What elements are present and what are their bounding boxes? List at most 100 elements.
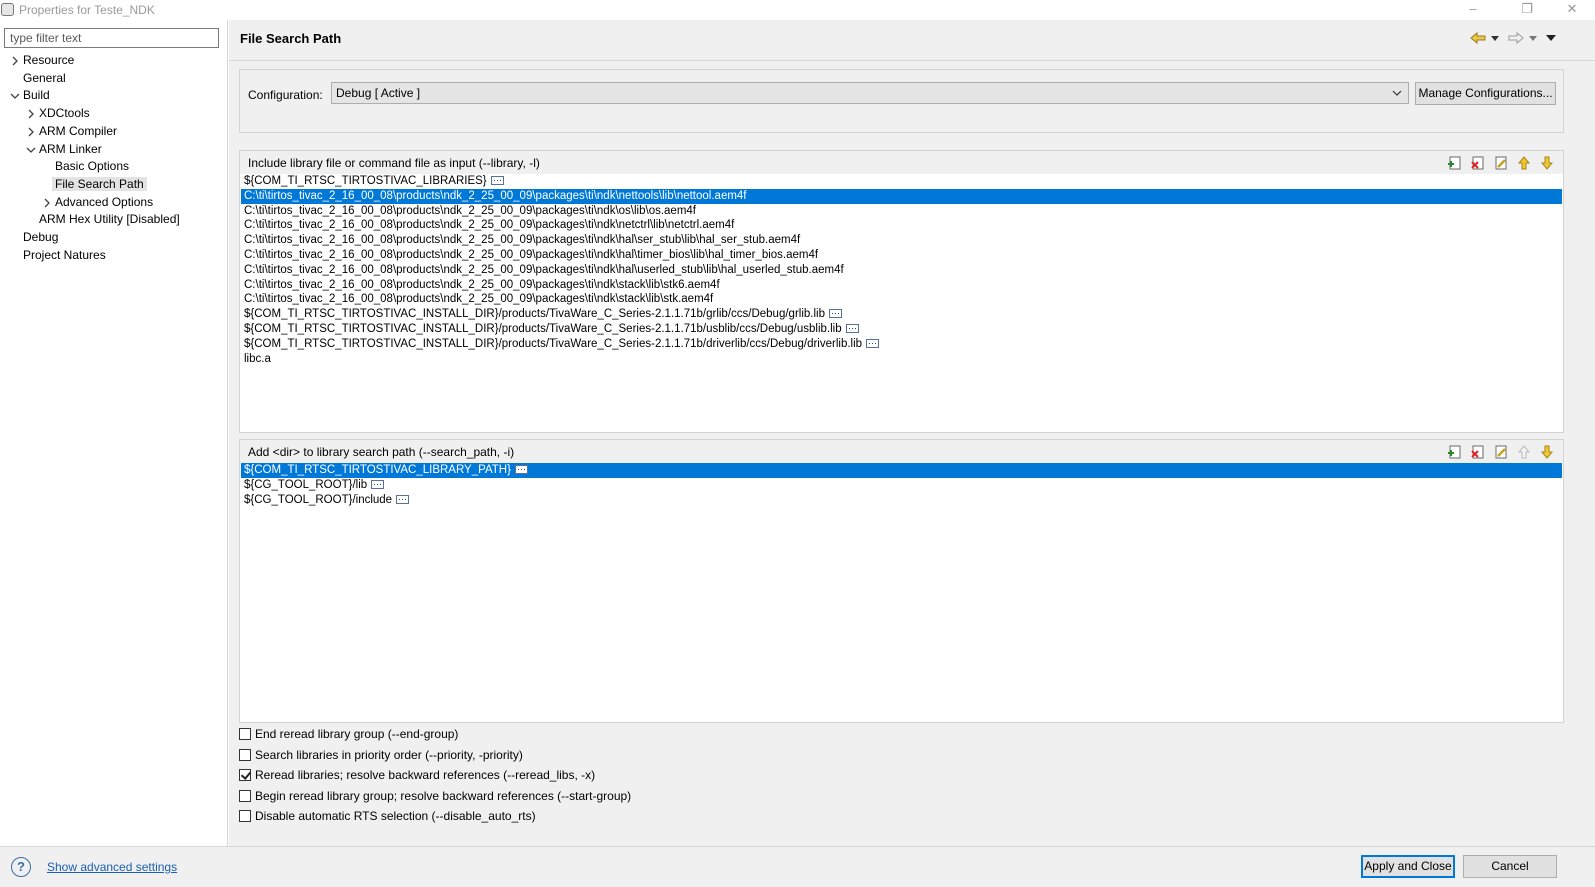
chevron-right-icon[interactable] bbox=[24, 105, 36, 122]
tree-item[interactable]: ARM Compiler bbox=[28, 123, 118, 140]
more-icon[interactable] bbox=[866, 338, 880, 348]
cancel-button[interactable]: Cancel bbox=[1463, 855, 1557, 878]
list-item-text: C:\ti\tirtos_tivac_2_16_00_08\products\n… bbox=[244, 293, 714, 306]
move-down-icon[interactable] bbox=[1539, 444, 1555, 460]
tree-item[interactable]: Build bbox=[10, 87, 50, 104]
more-icon[interactable] bbox=[828, 309, 842, 319]
list-item[interactable]: C:\ti\tirtos_tivac_2_16_00_08\products\n… bbox=[241, 292, 1562, 307]
option-label: Search libraries in priority order (--pr… bbox=[255, 747, 523, 762]
title-bar: Properties for Teste_NDK – ❐ ✕ bbox=[0, 0, 1595, 20]
list-item[interactable]: C:\ti\tirtos_tivac_2_16_00_08\products\n… bbox=[241, 188, 1562, 204]
chevron-down-icon[interactable] bbox=[24, 141, 36, 158]
list-item[interactable]: C:\ti\tirtos_tivac_2_16_00_08\products\n… bbox=[241, 218, 1562, 233]
list-item[interactable]: ${COM_TI_RTSC_TIRTOSTIVAC_INSTALL_DIR}/p… bbox=[241, 322, 1562, 337]
back-menu-chevron-icon[interactable] bbox=[1490, 30, 1500, 46]
delete-icon[interactable] bbox=[1470, 444, 1486, 460]
list-item[interactable]: ${COM_TI_RTSC_TIRTOSTIVAC_INSTALL_DIR}/p… bbox=[241, 307, 1562, 322]
move-up-icon[interactable] bbox=[1516, 155, 1532, 171]
tree-item-label: ARM Compiler bbox=[39, 123, 118, 138]
more-icon[interactable] bbox=[845, 323, 859, 333]
more-icon[interactable] bbox=[514, 465, 528, 474]
tree-item[interactable]: Basic Options bbox=[55, 158, 129, 175]
list-item[interactable]: ${COM_TI_RTSC_TIRTOSTIVAC_INSTALL_DIR}/p… bbox=[241, 337, 1562, 352]
more-icon[interactable] bbox=[490, 176, 504, 185]
checkbox-unchecked[interactable] bbox=[239, 748, 251, 761]
tree-item-label: Advanced Options bbox=[55, 194, 154, 209]
checkbox-checked[interactable] bbox=[239, 769, 251, 782]
option-label: Disable automatic RTS selection (--disab… bbox=[255, 809, 536, 824]
tree-item[interactable]: XDCtools bbox=[28, 105, 90, 122]
chevron-down-icon[interactable] bbox=[8, 87, 20, 104]
configuration-value: Debug [ Active ] bbox=[336, 86, 421, 100]
tree-item[interactable]: Advanced Options bbox=[44, 194, 154, 211]
help-icon[interactable]: ? bbox=[11, 857, 31, 877]
list-item[interactable]: C:\ti\tirtos_tivac_2_16_00_08\products\n… bbox=[241, 233, 1562, 248]
edit-icon[interactable] bbox=[1493, 444, 1509, 460]
manage-configurations-button[interactable]: Manage Configurations... bbox=[1415, 82, 1556, 105]
list-item-text: ${COM_TI_RTSC_TIRTOSTIVAC_LIBRARIES} bbox=[244, 175, 487, 187]
close-button[interactable]: ✕ bbox=[1549, 0, 1595, 20]
restore-button[interactable]: ❐ bbox=[1504, 0, 1550, 20]
search-path-list[interactable]: ${COM_TI_RTSC_TIRTOSTIVAC_LIBRARY_PATH} $… bbox=[241, 463, 1562, 507]
search-path-header: Add <dir> to library search path (--sear… bbox=[240, 440, 1563, 463]
move-down-icon[interactable] bbox=[1539, 155, 1555, 171]
checkbox-unchecked[interactable] bbox=[239, 789, 251, 802]
configuration-label: Configuration: bbox=[248, 88, 323, 102]
list-item[interactable]: C:\ti\tirtos_tivac_2_16_00_08\products\n… bbox=[241, 204, 1562, 219]
tree-item-label: General bbox=[23, 70, 66, 85]
list-item[interactable]: libc.a bbox=[241, 352, 1562, 367]
tree-item[interactable]: ARM Hex Utility [Disabled] bbox=[39, 211, 180, 228]
list-item[interactable]: C:\ti\tirtos_tivac_2_16_00_08\products\n… bbox=[241, 248, 1562, 263]
more-icon[interactable] bbox=[371, 479, 385, 489]
checkbox-unchecked[interactable] bbox=[239, 810, 251, 823]
configuration-select[interactable]: Debug [ Active ] bbox=[331, 82, 1409, 104]
configuration-group: Configuration: Debug [ Active ] Manage C… bbox=[239, 69, 1564, 133]
list-item-text: ${CG_TOOL_ROOT}/lib bbox=[244, 478, 368, 491]
tree-item[interactable]: ARM Linker bbox=[26, 141, 102, 158]
list-item[interactable]: C:\ti\tirtos_tivac_2_16_00_08\products\n… bbox=[241, 278, 1562, 293]
tree-item-label: Project Natures bbox=[23, 247, 106, 262]
search-path-toolbar bbox=[1447, 444, 1557, 460]
tree-item-label: Build bbox=[23, 88, 50, 103]
minimize-button[interactable]: – bbox=[1450, 0, 1496, 20]
add-icon[interactable] bbox=[1447, 155, 1463, 171]
list-item-text: C:\ti\tirtos_tivac_2_16_00_08\products\n… bbox=[244, 189, 747, 202]
checkbox-unchecked[interactable] bbox=[239, 728, 251, 740]
forward-arrow-icon[interactable] bbox=[1507, 30, 1525, 46]
edit-icon[interactable] bbox=[1493, 155, 1509, 171]
apply-and-close-button[interactable]: Apply and Close bbox=[1361, 855, 1455, 878]
tree-item-label: Resource bbox=[23, 53, 75, 67]
view-menu-icon[interactable] bbox=[1545, 30, 1557, 46]
list-item-text: ${COM_TI_RTSC_TIRTOSTIVAC_INSTALL_DIR}/p… bbox=[244, 337, 863, 350]
list-item-text: C:\ti\tirtos_tivac_2_16_00_08\products\n… bbox=[244, 234, 801, 247]
list-item[interactable]: ${CG_TOOL_ROOT}/include bbox=[241, 493, 1562, 508]
tree-item[interactable]: General bbox=[23, 70, 66, 87]
search-path-title: Add <dir> to library search path (--sear… bbox=[248, 445, 515, 459]
add-icon[interactable] bbox=[1447, 444, 1463, 460]
chevron-right-icon[interactable] bbox=[24, 123, 36, 140]
chevron-right-icon[interactable] bbox=[8, 52, 20, 69]
filter-input[interactable] bbox=[4, 28, 219, 48]
list-item-text: ${COM_TI_RTSC_TIRTOSTIVAC_INSTALL_DIR}/p… bbox=[244, 322, 842, 335]
back-arrow-icon[interactable] bbox=[1469, 30, 1487, 46]
button-bar: ? Show advanced settings Apply and Close… bbox=[0, 846, 1595, 887]
list-item-text: ${COM_TI_RTSC_TIRTOSTIVAC_INSTALL_DIR}/p… bbox=[244, 308, 825, 321]
forward-menu-chevron-icon[interactable] bbox=[1528, 30, 1538, 46]
more-icon[interactable] bbox=[396, 494, 410, 504]
chevron-right-icon[interactable] bbox=[40, 194, 52, 211]
library-files-list[interactable]: ${COM_TI_RTSC_TIRTOSTIVAC_LIBRARIES} C:\t… bbox=[241, 174, 1562, 366]
delete-icon[interactable] bbox=[1470, 155, 1486, 171]
list-item[interactable]: C:\ti\tirtos_tivac_2_16_00_08\products\n… bbox=[241, 263, 1562, 278]
tree-item-label: XDCtools bbox=[39, 106, 90, 121]
list-item[interactable]: ${COM_TI_RTSC_TIRTOSTIVAC_LIBRARIES} bbox=[241, 174, 1562, 189]
tree-item[interactable]: Project Natures bbox=[23, 247, 106, 264]
show-advanced-settings-link[interactable]: Show advanced settings bbox=[47, 860, 177, 874]
move-up-icon[interactable] bbox=[1516, 444, 1532, 460]
list-item[interactable]: ${COM_TI_RTSC_TIRTOSTIVAC_LIBRARY_PATH} bbox=[241, 463, 1562, 478]
chevron-down-icon bbox=[1392, 90, 1402, 96]
tree-item[interactable]: File Search Path bbox=[52, 176, 147, 193]
tree-item[interactable]: Debug bbox=[23, 229, 58, 246]
tree-item-label: Basic Options bbox=[55, 159, 130, 174]
list-item[interactable]: ${CG_TOOL_ROOT}/lib bbox=[241, 478, 1562, 493]
tree-item[interactable]: Resource bbox=[12, 52, 75, 69]
